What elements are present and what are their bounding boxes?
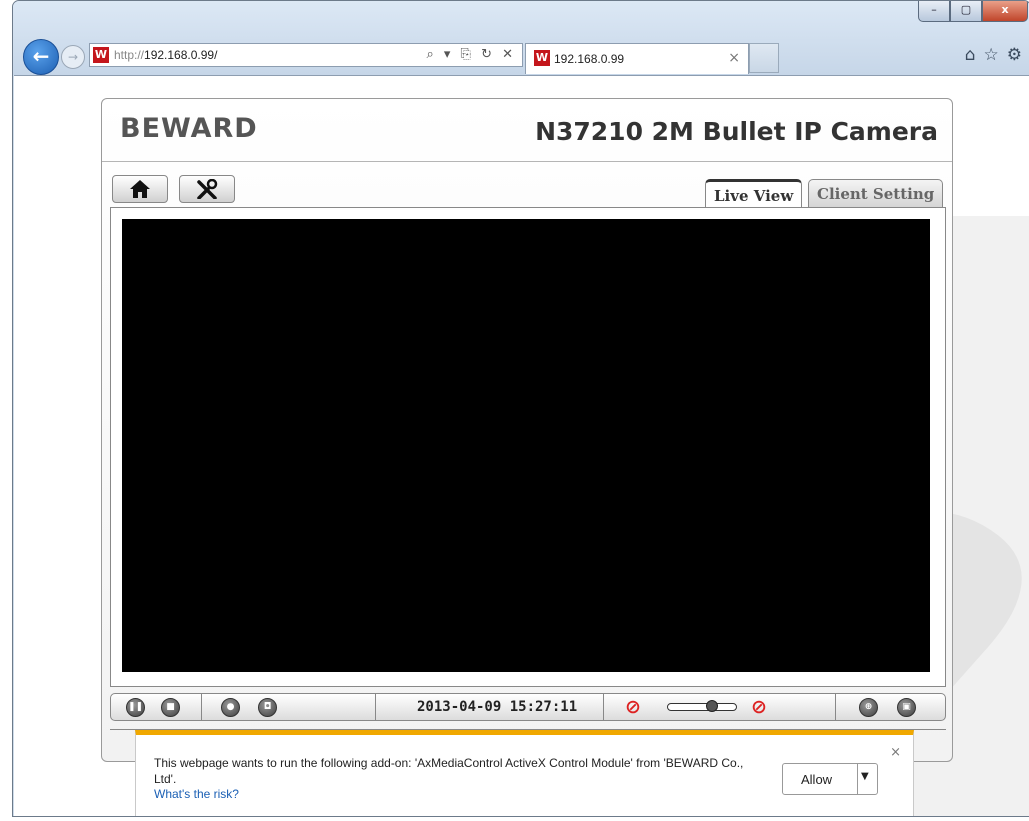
allow-button-divider — [857, 764, 858, 794]
volume-slider[interactable] — [667, 700, 737, 712]
gear-icon[interactable]: ⚙ — [1007, 45, 1022, 65]
window-controls: – ▢ x — [918, 1, 1028, 22]
video-frame — [110, 207, 946, 687]
home-icon — [130, 180, 150, 198]
maximize-button[interactable]: ▢ — [950, 1, 982, 22]
browser-window: – ▢ x ← → W http://192.168.0.99/ ⌕ ▾ ⎘ ↻… — [12, 0, 1029, 817]
star-icon[interactable]: ☆ — [984, 45, 999, 65]
addon-notification-bar: This webpage wants to run the following … — [135, 730, 914, 816]
tab-favicon-icon: W — [534, 50, 550, 66]
zoom-icon[interactable]: ⊕ — [859, 698, 878, 717]
pause-icon[interactable]: ❚❚ — [126, 698, 145, 717]
tab-client-setting[interactable]: Client Setting — [808, 179, 944, 207]
control-divider — [375, 694, 376, 720]
address-bar[interactable]: W http://192.168.0.99/ ⌕ ▾ ⎘ ↻ ✕ — [89, 43, 523, 67]
page-content: BEWARD N37210 2M Bullet IP Camera Live V… — [14, 75, 1029, 816]
record-icon[interactable]: ● — [221, 698, 240, 717]
camera-model-title: N37210 2M Bullet IP Camera — [535, 117, 938, 146]
mute-mic-icon[interactable]: ⊘ — [751, 696, 767, 718]
live-video-view[interactable] — [122, 219, 930, 672]
volume-slider-knob[interactable] — [706, 700, 719, 712]
home-button[interactable] — [112, 175, 168, 203]
brand-logo: BEWARD — [120, 113, 258, 144]
fullscreen-icon[interactable]: ▣ — [897, 698, 916, 717]
snapshot-icon[interactable]: ◘ — [258, 698, 277, 717]
url-scheme: http:// — [114, 48, 145, 62]
back-button[interactable]: ← — [23, 39, 59, 75]
tab-title: 192.168.0.99 — [554, 52, 625, 66]
address-url: http://192.168.0.99/ — [114, 48, 217, 62]
chevron-down-icon[interactable]: ▼ — [861, 771, 869, 782]
allow-button-label: Allow — [801, 772, 833, 787]
control-divider — [835, 694, 836, 720]
tools-icon — [197, 178, 218, 200]
forward-button[interactable]: → — [61, 45, 85, 69]
browser-titlebar: – ▢ x ← → W http://192.168.0.99/ ⌕ ▾ ⎘ ↻… — [13, 1, 1029, 75]
control-divider — [201, 694, 202, 720]
close-window-button[interactable]: x — [982, 1, 1028, 22]
new-tab-button[interactable] — [749, 43, 779, 73]
camera-datetime: 2013-04-09 15:27:11 — [417, 699, 578, 715]
minimize-button[interactable]: – — [918, 1, 950, 22]
address-bar-tools[interactable]: ⌕ ▾ ⎘ ↻ ✕ — [426, 47, 516, 62]
url-host: 192.168.0.99/ — [144, 48, 218, 62]
whats-the-risk-link[interactable]: What's the risk? — [154, 787, 239, 801]
tab-close-icon[interactable]: × — [728, 50, 740, 66]
site-favicon-icon: W — [93, 47, 109, 63]
notification-message: This webpage wants to run the following … — [154, 756, 744, 786]
player-controls-bar: ❚❚ ■ ● ◘ 2013-04-09 15:27:11 ⊘ ⊘ ⊕ ▣ — [110, 693, 946, 721]
control-divider — [603, 694, 604, 720]
home-icon[interactable]: ⌂ — [965, 45, 976, 65]
browser-tab[interactable]: W 192.168.0.99 × — [525, 43, 749, 74]
browser-toolbar-icons: ⌂ ☆ ⚙ — [965, 45, 1022, 65]
close-notification-icon[interactable]: × — [890, 745, 901, 760]
allow-button[interactable]: Allow ▼ — [782, 763, 878, 795]
stop-icon[interactable]: ■ — [161, 698, 180, 717]
mute-speaker-icon[interactable]: ⊘ — [625, 696, 641, 718]
tab-live-view[interactable]: Live View — [705, 179, 803, 207]
header-divider — [102, 161, 952, 162]
settings-button[interactable] — [179, 175, 235, 203]
camera-web-ui: BEWARD N37210 2M Bullet IP Camera Live V… — [101, 98, 953, 762]
